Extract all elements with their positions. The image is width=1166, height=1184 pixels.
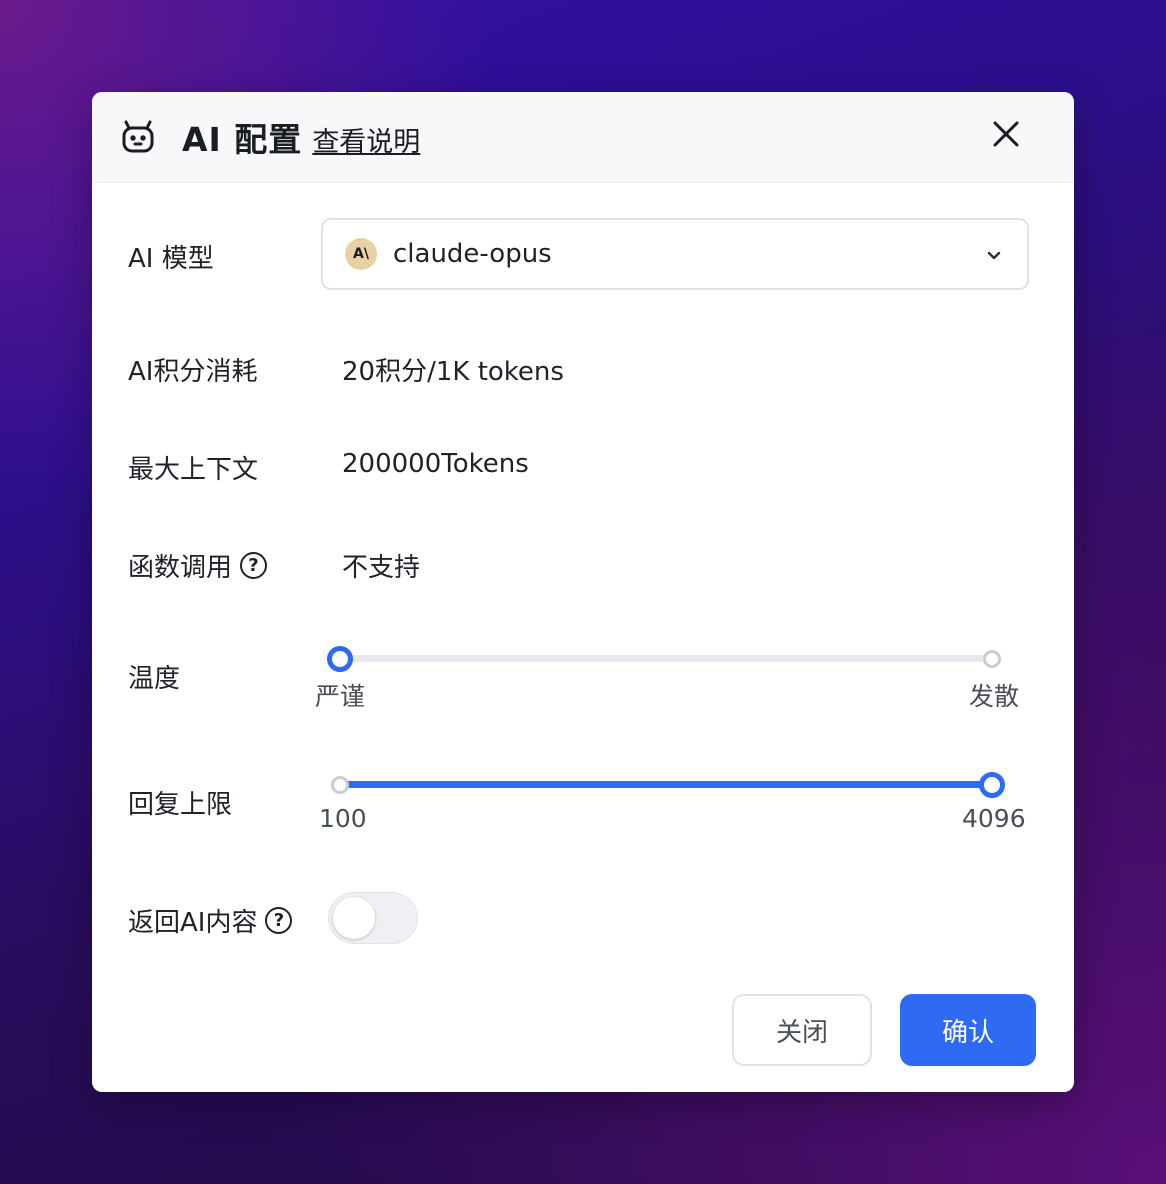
slider-thumb[interactable] — [979, 772, 1005, 798]
close-button[interactable]: 关闭 — [732, 994, 872, 1066]
return-ai-toggle[interactable] — [328, 892, 418, 944]
view-docs-link[interactable]: 查看说明 — [312, 120, 420, 159]
max-tokens-max-label: 4096 — [962, 804, 1026, 833]
function-call-label-text: 函数调用 — [128, 553, 233, 583]
slider-thumb[interactable] — [327, 646, 353, 672]
dialog-header: AI 配置 查看说明 — [92, 92, 1074, 183]
slider-fill — [340, 781, 992, 788]
max-tokens-row: 回复上限 — [128, 784, 232, 821]
dialog-title: AI 配置 — [182, 120, 303, 159]
max-tokens-label: 回复上限 — [128, 790, 233, 820]
points-row: AI积分消耗 — [128, 351, 257, 388]
temperature-slider[interactable] — [327, 646, 1001, 672]
model-label: AI 模型 — [128, 244, 214, 274]
help-icon[interactable]: ? — [265, 907, 293, 934]
model-select[interactable]: A\ claude-opus — [321, 218, 1029, 290]
temperature-min-label: 严谨 — [315, 682, 366, 711]
anthropic-logo-icon: A\ — [345, 238, 377, 270]
slider-start-dot — [331, 776, 349, 794]
robot-icon — [120, 117, 160, 157]
ai-config-dialog: AI 配置 查看说明 AI 模型 A\ claude-opus AI积分消耗 2… — [92, 92, 1074, 1092]
temperature-label: 温度 — [128, 664, 181, 694]
points-value: 20积分/1K tokens — [342, 357, 564, 387]
context-label: 最大上下文 — [128, 455, 259, 485]
toggle-knob — [333, 897, 375, 939]
function-call-value: 不支持 — [342, 553, 421, 583]
temperature-max-label: 发散 — [969, 682, 1020, 711]
model-select-value: claude-opus — [393, 239, 552, 269]
function-call-row: 函数调用 ? — [128, 547, 268, 584]
context-value: 200000Tokens — [342, 449, 529, 479]
slider-end-dot — [983, 650, 1001, 668]
temperature-row: 温度 — [128, 658, 180, 695]
function-call-label: 函数调用 ? — [128, 547, 268, 584]
return-ai-label-text: 返回AI内容 — [128, 908, 258, 938]
return-ai-label: 返回AI内容 ? — [128, 902, 293, 939]
return-ai-row: 返回AI内容 ? — [128, 902, 293, 939]
slider-track — [340, 655, 992, 662]
model-row: AI 模型 — [128, 238, 214, 275]
close-icon[interactable] — [990, 118, 1026, 154]
chevron-down-icon — [985, 246, 1003, 264]
max-tokens-slider[interactable] — [331, 772, 1005, 798]
max-tokens-min-label: 100 — [319, 804, 367, 833]
context-row: 最大上下文 — [128, 449, 258, 486]
confirm-button[interactable]: 确认 — [900, 994, 1036, 1066]
help-icon[interactable]: ? — [240, 552, 268, 579]
points-label: AI积分消耗 — [128, 357, 258, 387]
